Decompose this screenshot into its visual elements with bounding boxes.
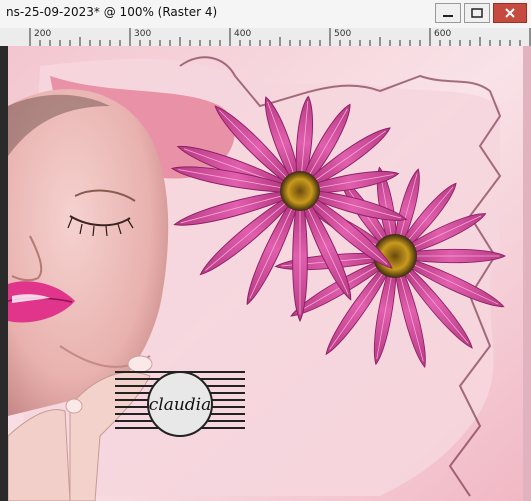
canvas-left-edge <box>0 46 8 501</box>
ruler-ticks <box>29 28 531 46</box>
maximize-icon <box>471 8 483 18</box>
maximize-button[interactable] <box>464 3 490 23</box>
window-controls <box>435 3 527 23</box>
artwork: claudia <box>0 46 531 501</box>
ruler-label-600: 600 <box>434 29 452 39</box>
title-bar: ns-25-09-2023* @ 100% (Raster 4) <box>0 0 531 29</box>
image-canvas[interactable]: claudia <box>0 46 531 501</box>
ruler-label-500: 500 <box>334 29 352 39</box>
close-button[interactable] <box>493 3 527 23</box>
window-title: ns-25-09-2023* @ 100% (Raster 4) <box>6 5 218 19</box>
watermark-text: claudia <box>149 395 212 415</box>
minimize-button[interactable] <box>435 3 461 23</box>
ruler-label-300: 300 <box>134 29 152 39</box>
horizontal-ruler[interactable]: 200 300 400 500 600 <box>0 28 531 47</box>
minimize-icon <box>443 15 453 17</box>
ruler-label-200: 200 <box>34 29 52 39</box>
close-icon <box>505 8 515 18</box>
ruler-label-400: 400 <box>234 29 252 39</box>
